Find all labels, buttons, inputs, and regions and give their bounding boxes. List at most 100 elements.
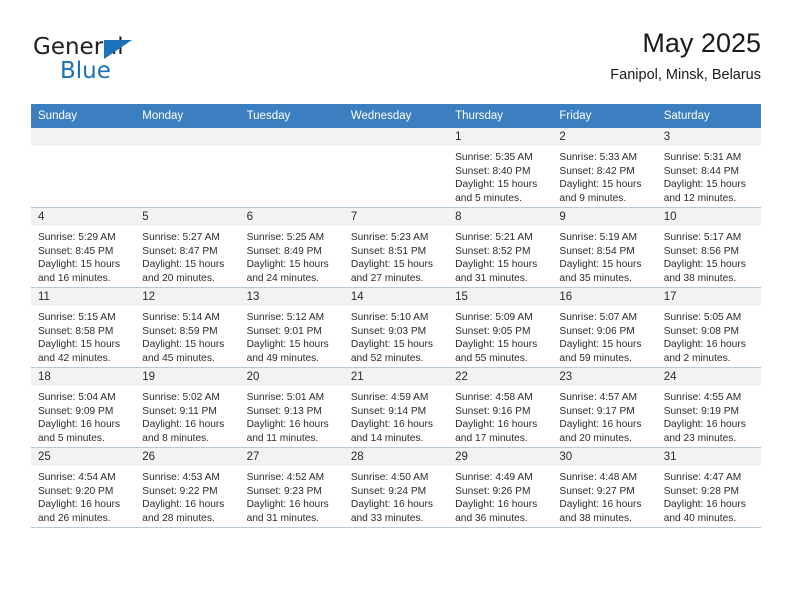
day-details: Sunrise: 5:25 AM Sunset: 8:49 PM Daylight:… xyxy=(240,226,344,285)
day-number: 31 xyxy=(656,448,761,466)
daylight-text: Daylight: 15 hours and 49 minutes. xyxy=(246,339,329,364)
sunrise-text: Sunrise: 4:52 AM xyxy=(246,472,325,483)
day-details: Sunrise: 5:27 AM Sunset: 8:47 PM Daylight:… xyxy=(135,226,239,285)
calendar-day-cell[interactable]: 4 Sunrise: 5:29 AM Sunset: 8:45 PM Daylight… xyxy=(31,207,136,288)
day-number: 11 xyxy=(31,288,136,306)
calendar-day-cell[interactable]: 6 Sunrise: 5:25 AM Sunset: 8:49 PM Daylight… xyxy=(239,207,344,288)
sunrise-text: Sunrise: 4:58 AM xyxy=(455,392,533,403)
calendar-cell-empty xyxy=(343,128,449,208)
calendar-day-cell[interactable]: 22 Sunrise: 4:58 AM Sunset: 9:16 PM Dayligh… xyxy=(448,367,553,448)
sunset-text: Sunset: 9:05 PM xyxy=(455,325,531,337)
calendar-day-cell[interactable]: 19 Sunrise: 5:02 AM Sunset: 9:11 PM Dayligh… xyxy=(135,367,240,448)
weekday-header-thursday: Thursday xyxy=(448,104,553,128)
day-number xyxy=(343,128,449,146)
sunset-text: Sunset: 9:20 PM xyxy=(38,485,114,497)
daylight-text: Daylight: 16 hours and 31 minutes. xyxy=(246,499,329,524)
sunrise-text: Sunrise: 5:35 AM xyxy=(455,152,533,163)
sunrise-text: Sunrise: 5:09 AM xyxy=(455,312,533,323)
calendar-day-cell[interactable]: 8 Sunrise: 5:21 AM Sunset: 8:52 PM Daylight… xyxy=(448,207,553,288)
sunrise-text: Sunrise: 5:15 AM xyxy=(38,312,116,323)
calendar-day-cell[interactable]: 29 Sunrise: 4:49 AM Sunset: 9:26 PM Dayligh… xyxy=(448,447,553,528)
day-details: Sunrise: 5:10 AM Sunset: 9:03 PM Daylight:… xyxy=(344,306,448,365)
day-number xyxy=(135,128,240,146)
calendar-day-cell[interactable]: 20 Sunrise: 5:01 AM Sunset: 9:13 PM Dayligh… xyxy=(239,367,344,448)
title-block: May 2025 Fanipol, Minsk, Belarus xyxy=(610,28,761,83)
calendar-week-row: 1 Sunrise: 5:35 AM Sunset: 8:40 PM Daylight… xyxy=(31,128,761,208)
calendar-day-cell[interactable]: 18 Sunrise: 5:04 AM Sunset: 9:09 PM Dayligh… xyxy=(31,367,136,448)
general-blue-logo[interactable]: General Blue xyxy=(31,36,231,92)
sunset-text: Sunset: 9:17 PM xyxy=(559,405,635,417)
calendar-day-cell[interactable]: 31 Sunrise: 4:47 AM Sunset: 9:28 PM Dayligh… xyxy=(656,447,761,528)
calendar-day-cell[interactable]: 28 Sunrise: 4:50 AM Sunset: 9:24 PM Dayligh… xyxy=(343,447,449,528)
sunrise-text: Sunrise: 5:17 AM xyxy=(663,232,742,243)
day-number xyxy=(239,128,344,146)
day-number: 20 xyxy=(239,368,344,386)
sunrise-text: Sunrise: 4:49 AM xyxy=(455,472,533,483)
daylight-text: Daylight: 16 hours and 38 minutes. xyxy=(559,499,642,524)
day-details: Sunrise: 5:17 AM Sunset: 8:56 PM Daylight:… xyxy=(657,226,761,285)
calendar-day-cell[interactable]: 25 Sunrise: 4:54 AM Sunset: 9:20 PM Dayligh… xyxy=(31,447,136,528)
daylight-text: Daylight: 15 hours and 38 minutes. xyxy=(663,259,746,284)
day-number: 7 xyxy=(343,208,449,226)
calendar-day-cell[interactable]: 13 Sunrise: 5:12 AM Sunset: 9:01 PM Dayligh… xyxy=(239,287,344,368)
day-details: Sunrise: 5:23 AM Sunset: 8:51 PM Daylight:… xyxy=(344,226,448,285)
day-number xyxy=(31,128,136,146)
calendar-day-cell[interactable]: 26 Sunrise: 4:53 AM Sunset: 9:22 PM Dayligh… xyxy=(135,447,240,528)
daylight-text: Daylight: 15 hours and 20 minutes. xyxy=(142,259,225,284)
sunrise-text: Sunrise: 5:31 AM xyxy=(663,152,742,163)
day-number: 22 xyxy=(448,368,553,386)
sunset-text: Sunset: 9:11 PM xyxy=(142,405,217,417)
calendar-day-cell[interactable]: 5 Sunrise: 5:27 AM Sunset: 8:47 PM Daylight… xyxy=(135,207,240,288)
calendar-day-cell[interactable]: 1 Sunrise: 5:35 AM Sunset: 8:40 PM Daylight… xyxy=(448,128,553,208)
logo-triangle-icon xyxy=(104,40,132,59)
calendar-day-cell[interactable]: 7 Sunrise: 5:23 AM Sunset: 8:51 PM Daylight… xyxy=(343,207,449,288)
day-number: 26 xyxy=(135,448,240,466)
calendar-day-cell[interactable]: 9 Sunrise: 5:19 AM Sunset: 8:54 PM Daylight… xyxy=(552,207,657,288)
day-details: Sunrise: 5:07 AM Sunset: 9:06 PM Daylight:… xyxy=(552,306,656,365)
sunset-text: Sunset: 8:45 PM xyxy=(38,245,114,257)
daylight-text: Daylight: 16 hours and 23 minutes. xyxy=(663,419,746,444)
day-details: Sunrise: 5:19 AM Sunset: 8:54 PM Daylight:… xyxy=(552,226,656,285)
calendar-day-cell[interactable]: 2 Sunrise: 5:33 AM Sunset: 8:42 PM Daylight… xyxy=(552,128,657,208)
daylight-text: Daylight: 16 hours and 8 minutes. xyxy=(142,419,225,444)
calendar-day-cell[interactable]: 11 Sunrise: 5:15 AM Sunset: 8:58 PM Dayligh… xyxy=(31,287,136,368)
day-details: Sunrise: 4:55 AM Sunset: 9:19 PM Daylight:… xyxy=(657,386,761,445)
sunset-text: Sunset: 9:01 PM xyxy=(246,325,322,337)
sunset-text: Sunset: 9:16 PM xyxy=(455,405,531,417)
calendar-week-row: 4 Sunrise: 5:29 AM Sunset: 8:45 PM Daylight… xyxy=(31,207,761,288)
sunset-text: Sunset: 9:13 PM xyxy=(246,405,322,417)
day-number: 30 xyxy=(552,448,657,466)
calendar-day-cell[interactable]: 27 Sunrise: 4:52 AM Sunset: 9:23 PM Dayligh… xyxy=(239,447,344,528)
sunset-text: Sunset: 9:03 PM xyxy=(350,325,427,337)
day-details: Sunrise: 4:57 AM Sunset: 9:17 PM Daylight:… xyxy=(552,386,656,445)
calendar-day-cell[interactable]: 3 Sunrise: 5:31 AM Sunset: 8:44 PM Daylight… xyxy=(656,128,761,208)
calendar-day-cell[interactable]: 17 Sunrise: 5:05 AM Sunset: 9:08 PM Dayligh… xyxy=(656,287,761,368)
calendar-day-cell[interactable]: 24 Sunrise: 4:55 AM Sunset: 9:19 PM Dayligh… xyxy=(656,367,761,448)
calendar-day-cell[interactable]: 15 Sunrise: 5:09 AM Sunset: 9:05 PM Dayligh… xyxy=(448,287,553,368)
calendar-body: 1 Sunrise: 5:35 AM Sunset: 8:40 PM Daylight… xyxy=(31,128,761,528)
calendar-day-cell[interactable]: 30 Sunrise: 4:48 AM Sunset: 9:27 PM Dayligh… xyxy=(552,447,657,528)
sunset-text: Sunset: 9:28 PM xyxy=(663,485,740,497)
calendar-day-cell[interactable]: 12 Sunrise: 5:14 AM Sunset: 8:59 PM Dayligh… xyxy=(135,287,240,368)
day-number: 25 xyxy=(31,448,136,466)
daylight-text: Daylight: 16 hours and 14 minutes. xyxy=(350,419,433,444)
day-number: 8 xyxy=(448,208,553,226)
day-details: Sunrise: 5:35 AM Sunset: 8:40 PM Daylight:… xyxy=(448,146,552,205)
sunset-text: Sunset: 9:19 PM xyxy=(663,405,740,417)
sunset-text: Sunset: 8:58 PM xyxy=(38,325,114,337)
page-subtitle: Fanipol, Minsk, Belarus xyxy=(610,67,761,84)
day-details: Sunrise: 5:05 AM Sunset: 9:08 PM Daylight:… xyxy=(657,306,761,365)
calendar-day-cell[interactable]: 10 Sunrise: 5:17 AM Sunset: 8:56 PM Dayligh… xyxy=(656,207,761,288)
weekday-header-tuesday: Tuesday xyxy=(239,104,344,128)
sunrise-text: Sunrise: 5:04 AM xyxy=(38,392,116,403)
sunrise-text: Sunrise: 5:14 AM xyxy=(142,312,220,323)
daylight-text: Daylight: 15 hours and 5 minutes. xyxy=(455,179,538,204)
sunset-text: Sunset: 9:23 PM xyxy=(246,485,322,497)
sunset-text: Sunset: 8:40 PM xyxy=(455,165,531,177)
calendar-day-cell[interactable]: 16 Sunrise: 5:07 AM Sunset: 9:06 PM Dayligh… xyxy=(552,287,657,368)
calendar-day-cell[interactable]: 23 Sunrise: 4:57 AM Sunset: 9:17 PM Dayligh… xyxy=(552,367,657,448)
sunrise-text: Sunrise: 5:07 AM xyxy=(559,312,637,323)
calendar-day-cell[interactable]: 21 Sunrise: 4:59 AM Sunset: 9:14 PM Dayligh… xyxy=(343,367,449,448)
calendar-day-cell[interactable]: 14 Sunrise: 5:10 AM Sunset: 9:03 PM Dayligh… xyxy=(343,287,449,368)
day-number: 9 xyxy=(552,208,657,226)
